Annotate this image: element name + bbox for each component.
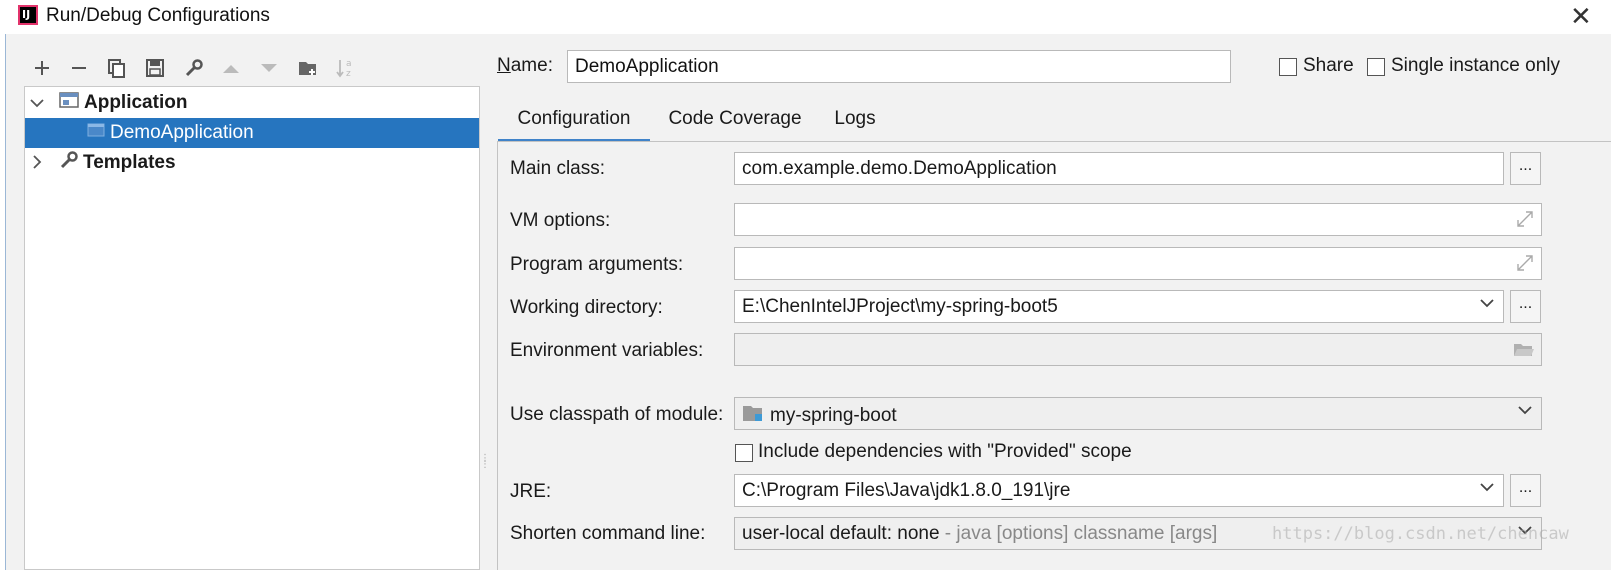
single-instance-label: Single instance only xyxy=(1391,55,1560,76)
environment-variables-label: Environment variables: xyxy=(510,340,704,361)
working-directory-field[interactable]: E:\ChenIntelJProject\my-spring-boot5 xyxy=(734,290,1504,323)
watermark: https://blog.csdn.net/chencaw xyxy=(1272,524,1569,544)
tab-configuration[interactable]: Configuration xyxy=(498,100,650,142)
module-folder-icon xyxy=(742,403,764,429)
classpath-module-label: Use classpath of module: xyxy=(510,404,724,425)
single-instance-checkbox[interactable] xyxy=(1367,58,1385,76)
svg-text:a: a xyxy=(346,59,352,69)
jre-field[interactable]: C:\Program Files\Java\jdk1.8.0_191\jre xyxy=(734,474,1504,507)
configuration-tree[interactable]: Application DemoApplication Templates xyxy=(24,86,480,570)
main-class-field[interactable]: com.example.demo.DemoApplication xyxy=(734,152,1504,185)
application-icon xyxy=(59,91,79,115)
chevron-down-icon[interactable] xyxy=(1479,479,1495,500)
include-dependencies-label: Include dependencies with "Provided" sco… xyxy=(758,441,1132,462)
minus-icon[interactable] xyxy=(65,54,93,82)
tree-item-label: Templates xyxy=(83,152,176,173)
expand-icon[interactable] xyxy=(1515,253,1535,279)
background-window-strip xyxy=(0,34,6,570)
sort-az-icon[interactable]: az xyxy=(332,54,360,82)
chevron-down-icon[interactable] xyxy=(27,95,47,111)
splitter-handle[interactable]: ⋮ ⋮ xyxy=(480,454,490,482)
chevron-down-icon[interactable] xyxy=(1479,295,1495,316)
program-arguments-field[interactable] xyxy=(734,247,1542,280)
folder-add-icon[interactable] xyxy=(294,54,322,82)
arrow-up-icon[interactable] xyxy=(217,54,245,82)
tree-item-label: Application xyxy=(84,92,188,113)
chevron-right-icon[interactable] xyxy=(27,154,47,172)
wrench-icon[interactable] xyxy=(180,54,208,82)
share-label: Share xyxy=(1303,55,1354,76)
main-class-label: Main class: xyxy=(510,158,606,179)
tree-item-label: DemoApplication xyxy=(110,122,254,143)
chevron-down-icon[interactable] xyxy=(1517,402,1533,423)
working-directory-browse-button[interactable]: ... xyxy=(1510,290,1541,323)
intellij-logo-icon: IJ xyxy=(18,5,38,25)
application-config-icon xyxy=(87,121,107,145)
jre-browse-button[interactable]: ... xyxy=(1510,474,1541,507)
include-dependencies-checkbox[interactable] xyxy=(735,444,753,462)
classpath-module-dropdown[interactable]: my-spring-boot xyxy=(734,397,1542,430)
folder-open-icon[interactable] xyxy=(1513,339,1535,365)
vm-options-label: VM options: xyxy=(510,210,611,231)
jre-label: JRE: xyxy=(510,481,552,502)
vm-options-field[interactable] xyxy=(734,203,1542,236)
tree-item-demo-application[interactable]: DemoApplication xyxy=(25,118,479,148)
tab-logs[interactable]: Logs xyxy=(820,100,890,142)
save-icon[interactable] xyxy=(141,54,169,82)
plus-icon[interactable] xyxy=(28,54,56,82)
name-input[interactable]: DemoApplication xyxy=(567,50,1231,83)
expand-icon[interactable] xyxy=(1515,209,1535,235)
shorten-command-line-label: Shorten command line: xyxy=(510,523,706,544)
main-class-browse-button[interactable]: ... xyxy=(1510,152,1541,185)
environment-variables-field[interactable] xyxy=(734,333,1542,366)
window-title: Run/Debug Configurations xyxy=(46,5,270,26)
svg-text:z: z xyxy=(346,69,351,79)
wrench-icon xyxy=(59,150,79,176)
program-arguments-label: Program arguments: xyxy=(510,254,684,275)
tab-code-coverage[interactable]: Code Coverage xyxy=(660,100,810,142)
share-checkbox[interactable] xyxy=(1279,58,1297,76)
tree-item-templates[interactable]: Templates xyxy=(25,148,479,178)
arrow-down-icon[interactable] xyxy=(255,54,283,82)
copy-icon[interactable] xyxy=(103,54,131,82)
close-icon[interactable]: ✕ xyxy=(1570,2,1592,30)
name-label: Name: xyxy=(497,55,553,76)
tree-item-application[interactable]: Application xyxy=(25,88,479,118)
working-directory-label: Working directory: xyxy=(510,297,663,318)
